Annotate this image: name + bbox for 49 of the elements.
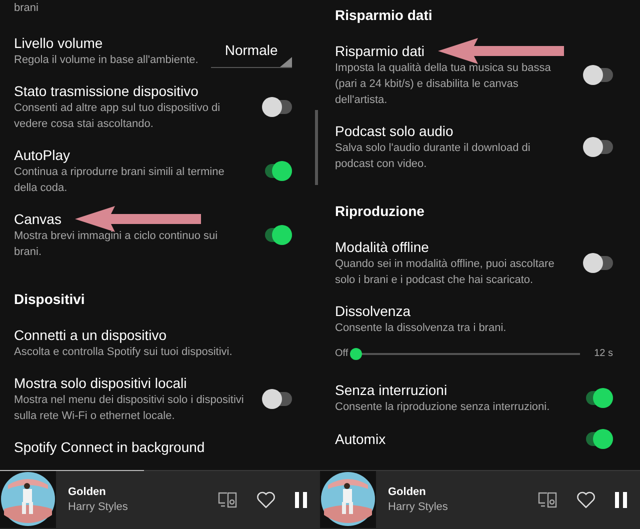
- setting-title: Senza interruzioni: [335, 381, 448, 399]
- setting-description: Mostra brevi immagini a ciclo continuo sui brani.: [14, 229, 219, 260]
- slider-min-label: Off: [335, 347, 348, 361]
- artist-name: Harry Styles: [388, 500, 449, 514]
- setting-description: Consente la dissolvenza tra i brani.: [335, 321, 508, 336]
- setting-title: Podcast solo audio: [335, 122, 454, 140]
- setting-description: brani: [14, 1, 40, 16]
- setting-description: Mostra nel menu dei dispositivi solo i dispositivi sulla rete Wi-Fi o ethernet locale.: [14, 393, 245, 424]
- setting-title: Livello volume: [14, 34, 103, 52]
- setting-title: Connetti a un dispositivo: [14, 326, 167, 344]
- setting-title: Mostra solo dispositivi locali: [14, 374, 187, 392]
- setting-title: Risparmio dati: [335, 42, 424, 60]
- track-title: Golden: [388, 484, 427, 500]
- setting-title: Dispositivi: [14, 290, 86, 308]
- heart-icon[interactable]: [576, 490, 596, 508]
- devices-icon[interactable]: [538, 492, 558, 508]
- devices-icon[interactable]: [218, 492, 238, 508]
- mini-player[interactable]: Golden Harry Styles: [0, 470, 320, 529]
- setting-title: Risparmio dati: [335, 6, 434, 24]
- setting-title: AutoPlay: [14, 146, 70, 164]
- setting-title: Dissolvenza: [335, 302, 410, 320]
- setting-description: Consenti ad altre app sul tuo dispositivo di vedere cosa stai ascoltando.: [14, 101, 222, 132]
- slider-thumb[interactable]: [350, 348, 362, 360]
- setting-description: Regola il volume in base all'ambiente.: [14, 53, 200, 68]
- dropdown[interactable]: Normale: [210, 34, 292, 68]
- setting-description: Ascolta e controlla Spotify sui tuoi dispositivi.: [14, 345, 234, 360]
- heart-icon[interactable]: [256, 490, 276, 508]
- setting-title: Riproduzione: [335, 202, 426, 220]
- setting-description: Consente la riproduzione senza interruzioni.: [335, 400, 551, 415]
- pause-icon[interactable]: [614, 490, 628, 508]
- setting-title: Canvas: [14, 210, 62, 228]
- setting-title: Stato trasmissione dispositivo: [14, 82, 198, 100]
- slider-max-label: 12 s: [594, 347, 613, 361]
- pause-icon[interactable]: [294, 490, 308, 508]
- toggle-switch[interactable]: [262, 389, 292, 409]
- corner-icon: [280, 57, 292, 67]
- setting-description: Imposta la qualità della tua musica su bassa (pari a 24 kbit/s) e disabilita le canvas dell'artista.: [335, 61, 552, 108]
- setting-description: Salva solo l'audio durante il download di podcast con video.: [335, 141, 532, 172]
- toggle-switch[interactable]: [583, 137, 613, 157]
- toggle-switch[interactable]: [262, 97, 292, 117]
- setting-title: Modalità offline: [335, 238, 429, 256]
- setting-description: Quando sei in modalità offline, puoi ascoltare solo i brani e i podcast che hai scaricato.: [335, 257, 556, 288]
- setting-title: Automix: [335, 430, 386, 448]
- track-title: Golden: [68, 484, 107, 500]
- toggle-switch[interactable]: [583, 253, 613, 273]
- setting-description: Continua a riprodurre brani simili al termine della coda.: [14, 165, 226, 196]
- setting-title: Spotify Connect in background: [14, 438, 205, 456]
- toggle-switch[interactable]: [583, 65, 613, 85]
- artist-name: Harry Styles: [68, 500, 129, 514]
